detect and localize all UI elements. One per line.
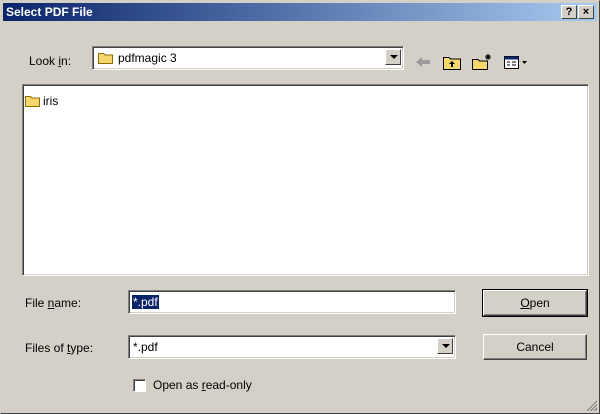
look-in-combo[interactable]: pdfmagic 3 xyxy=(92,46,404,70)
select-pdf-dialog: Select PDF File ? × Look in: pdfmagic 3 xyxy=(0,0,600,414)
new-folder-icon[interactable] xyxy=(471,53,493,71)
file-item-name: iris xyxy=(43,94,59,108)
view-menu-icon[interactable] xyxy=(503,53,529,71)
read-only-checkbox[interactable] xyxy=(133,379,146,392)
files-of-type-label: Files of type: xyxy=(25,341,94,355)
back-arrow-icon[interactable] xyxy=(413,53,433,71)
file-name-value: *.pdf xyxy=(132,295,159,309)
window-title: Select PDF File xyxy=(6,5,93,19)
close-button[interactable]: × xyxy=(578,5,594,19)
title-bar[interactable]: Select PDF File ? × xyxy=(3,3,597,21)
resize-grip[interactable] xyxy=(585,399,597,411)
look-in-value: pdfmagic 3 xyxy=(118,51,177,65)
look-in-dropdown-arrow[interactable] xyxy=(385,49,401,65)
file-list[interactable] xyxy=(22,84,589,276)
help-button[interactable]: ? xyxy=(561,5,577,19)
file-name-label: File name: xyxy=(25,296,82,310)
files-of-type-dropdown-arrow[interactable] xyxy=(437,338,453,354)
folder-icon xyxy=(25,96,40,107)
folder-icon xyxy=(98,53,113,64)
look-in-label: Look in: xyxy=(29,54,72,68)
file-name-input[interactable]: *.pdf xyxy=(128,290,456,314)
open-button[interactable]: Open xyxy=(482,289,588,317)
files-of-type-value: *.pdf xyxy=(133,340,158,354)
read-only-label[interactable]: Open as read-only xyxy=(153,378,252,392)
files-of-type-combo[interactable]: *.pdf xyxy=(128,335,456,359)
up-folder-icon[interactable] xyxy=(442,53,462,71)
cancel-button[interactable]: Cancel xyxy=(483,334,587,360)
